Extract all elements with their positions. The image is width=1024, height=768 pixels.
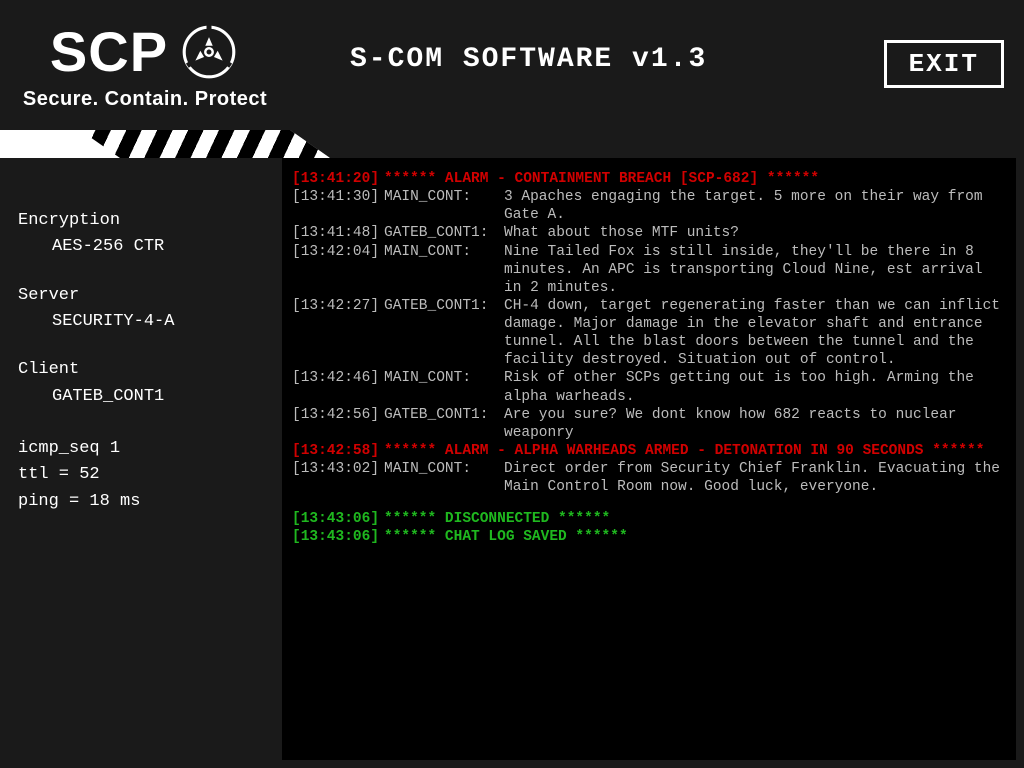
- log-timestamp: [13:42:04]: [292, 243, 384, 261]
- log-alarm-line: [13:42:58]****** ALARM - ALPHA WARHEADS …: [292, 442, 1002, 460]
- logo-text: SCP: [50, 19, 168, 84]
- log-timestamp: [13:41:48]: [292, 224, 384, 242]
- log-message: ****** CHAT LOG SAVED ******: [384, 528, 1002, 546]
- log-alarm-line: [13:43:06]****** DISCONNECTED ******: [292, 510, 1002, 528]
- log-line: [13:42:46]MAIN_CONT:Risk of other SCPs g…: [292, 369, 1002, 405]
- log-speaker: MAIN_CONT:: [384, 188, 504, 206]
- sidebar: Encryption AES-256 CTR Server SECURITY-4…: [0, 180, 282, 768]
- ttl: ttl = 52: [18, 462, 274, 488]
- logo-box: SCP: [0, 0, 290, 130]
- logo-tagline: Secure. Contain. Protect: [23, 88, 267, 111]
- hazard-stripes-icon: [80, 130, 340, 158]
- log-line: [13:43:02]MAIN_CONT:Direct order from Se…: [292, 460, 1002, 496]
- log-speaker: MAIN_CONT:: [384, 460, 504, 478]
- ping: ping = 18 ms: [18, 489, 274, 515]
- log-message: ****** DISCONNECTED ******: [384, 510, 1002, 528]
- server-value: SECURITY-4-A: [18, 309, 274, 335]
- log-timestamp: [13:42:46]: [292, 369, 384, 387]
- log-message: Are you sure? We dont know how 682 react…: [504, 406, 1002, 442]
- log-alarm-line: [13:43:06]****** CHAT LOG SAVED ******: [292, 528, 1002, 546]
- log-timestamp: [13:42:56]: [292, 406, 384, 424]
- log-message: What about those MTF units?: [504, 224, 1002, 242]
- log-timestamp: [13:43:02]: [292, 460, 384, 478]
- server-label: Server: [18, 283, 274, 309]
- log-speaker: GATEB_CONT1:: [384, 297, 504, 315]
- encryption-label: Encryption: [18, 208, 274, 234]
- log-line: [13:42:04]MAIN_CONT:Nine Tailed Fox is s…: [292, 243, 1002, 297]
- log-speaker: GATEB_CONT1:: [384, 224, 504, 242]
- log-timestamp: [13:42:27]: [292, 297, 384, 315]
- header: SCP: [0, 0, 1024, 130]
- client-label: Client: [18, 357, 274, 383]
- log-line: [13:42:56]GATEB_CONT1:Are you sure? We d…: [292, 406, 1002, 442]
- log-timestamp: [13:42:58]: [292, 442, 384, 460]
- exit-button[interactable]: EXIT: [884, 40, 1004, 88]
- log-alarm-line: [13:41:20]****** ALARM - CONTAINMENT BRE…: [292, 170, 1002, 188]
- log-speaker: MAIN_CONT:: [384, 243, 504, 261]
- log-speaker: GATEB_CONT1:: [384, 406, 504, 424]
- client-value: GATEB_CONT1: [18, 384, 274, 410]
- log-message: Nine Tailed Fox is still inside, they'll…: [504, 243, 1002, 297]
- log-line: [13:42:27]GATEB_CONT1:CH-4 down, target …: [292, 297, 1002, 370]
- terminal-log: [13:41:20]****** ALARM - CONTAINMENT BRE…: [282, 158, 1016, 760]
- log-line: [13:41:30]MAIN_CONT:3 Apaches engaging t…: [292, 188, 1002, 224]
- log-message: CH-4 down, target regenerating faster th…: [504, 297, 1002, 370]
- log-timestamp: [13:43:06]: [292, 510, 384, 528]
- log-timestamp: [13:41:20]: [292, 170, 384, 188]
- log-message: ****** ALARM - CONTAINMENT BREACH [SCP-6…: [384, 170, 1002, 188]
- log-message: 3 Apaches engaging the target. 5 more on…: [504, 188, 1002, 224]
- icmp-seq: icmp_seq 1: [18, 436, 274, 462]
- log-message: Risk of other SCPs getting out is too hi…: [504, 369, 1002, 405]
- log-message: ****** ALARM - ALPHA WARHEADS ARMED - DE…: [384, 442, 1002, 460]
- log-timestamp: [13:41:30]: [292, 188, 384, 206]
- network-stats: icmp_seq 1 ttl = 52 ping = 18 ms: [18, 436, 274, 515]
- log-speaker: MAIN_CONT:: [384, 369, 504, 387]
- encryption-value: AES-256 CTR: [18, 234, 274, 260]
- log-message: Direct order from Security Chief Frankli…: [504, 460, 1002, 496]
- log-line: [13:41:48]GATEB_CONT1:What about those M…: [292, 224, 1002, 242]
- scp-logo-icon: [178, 21, 240, 83]
- log-timestamp: [13:43:06]: [292, 528, 384, 546]
- app-title: S-COM SOFTWARE v1.3: [350, 44, 874, 75]
